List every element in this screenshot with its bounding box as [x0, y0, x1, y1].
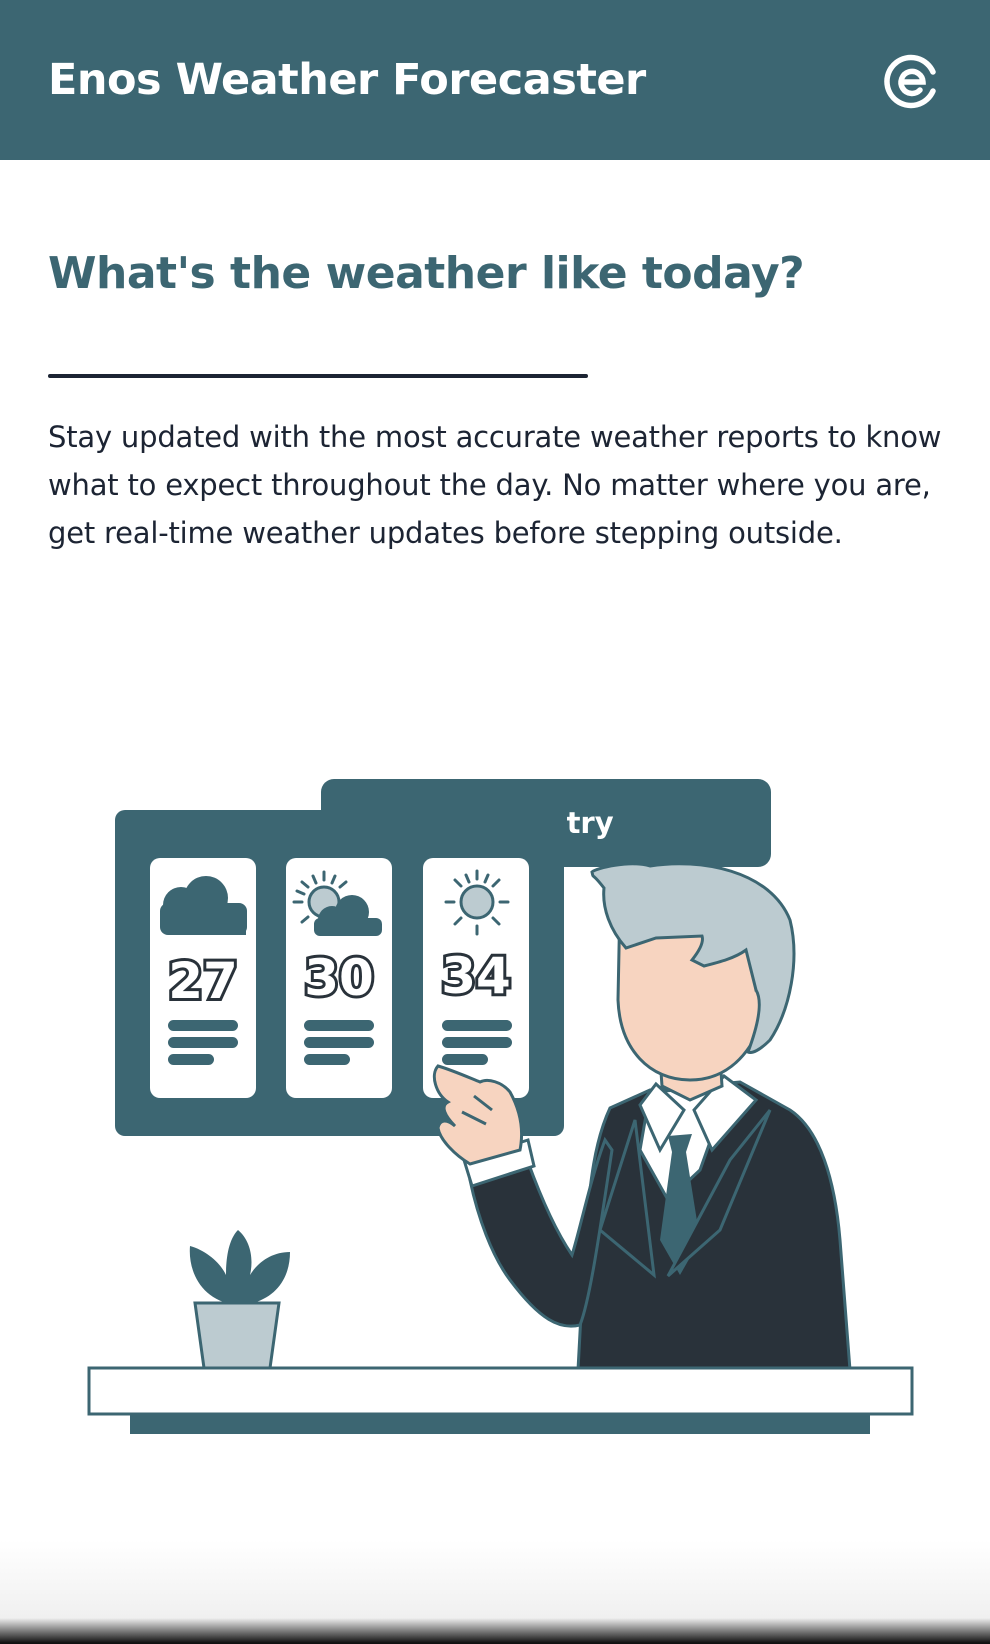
potted-plant — [189, 1230, 290, 1370]
app-title: Enos Weather Forecaster — [48, 55, 646, 105]
sun-icon — [444, 869, 510, 936]
intro-text: Stay updated with the most accurate weat… — [48, 420, 942, 550]
forecast-card: 34 — [423, 858, 529, 1098]
temperature-27: 27 — [168, 952, 238, 1010]
forecast-card: 27 — [150, 858, 256, 1098]
temperature-30: 30 — [304, 949, 374, 1007]
page-headline: What's the weather like today? — [48, 248, 805, 299]
enos-logo-icon[interactable] — [884, 51, 942, 109]
temperature-34: 34 — [441, 947, 511, 1005]
headline-divider — [48, 374, 588, 378]
app-header: Enos Weather Forecaster — [0, 0, 990, 160]
weather-presenter-illustration: 27 30 34 — [87, 810, 914, 1434]
desk — [87, 1366, 914, 1434]
forecast-card: 30 — [286, 858, 392, 1098]
bottom-edge — [0, 1540, 990, 1644]
